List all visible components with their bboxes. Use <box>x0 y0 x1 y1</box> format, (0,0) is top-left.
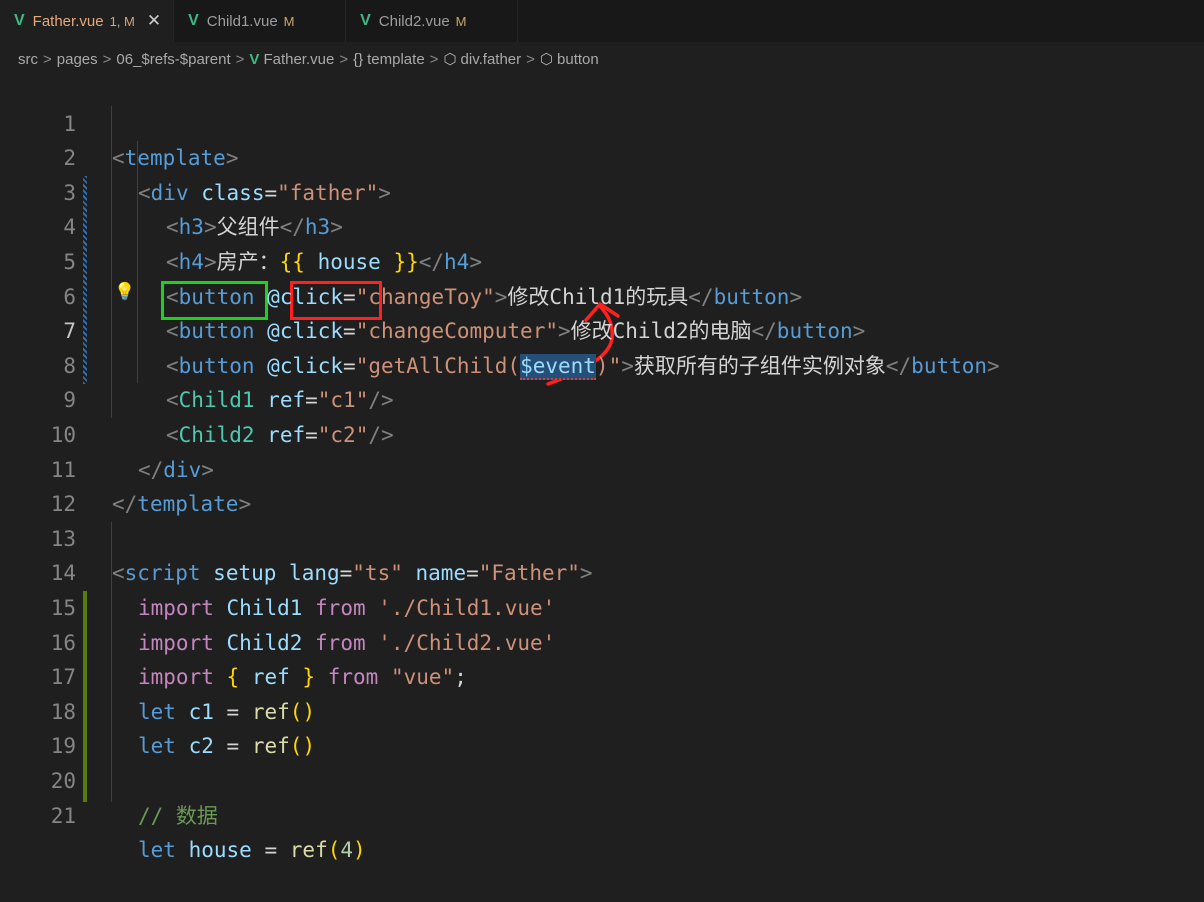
chevron-right-icon: > <box>235 50 245 68</box>
line-number: 21 <box>50 803 76 828</box>
vue-file-icon: V <box>249 50 260 68</box>
code-line: 5 <button @click="changeToy">修改Child1的玩具… <box>0 210 1204 309</box>
code-line: 21 let house = ref(4) <box>0 764 1204 863</box>
breadcrumb: src > pages > 06_$refs-$parent > V Fathe… <box>0 42 1204 76</box>
code-line-current: 7 <button @click="getAllChild($event)">获… <box>0 280 1204 380</box>
vue-file-icon: V <box>188 12 199 29</box>
vue-file-icon: V <box>14 12 25 29</box>
editor-tab-bar: V Father.vue 1, M ✕ V Child1.vue M V Chi… <box>0 0 1204 42</box>
code-line: 8 <Child1 ref="c1"/> <box>0 314 1204 413</box>
chevron-right-icon: > <box>526 50 535 68</box>
code-line: 1 <template> <box>0 72 1204 171</box>
code-line: 20 // 数据 <box>0 729 1204 828</box>
code-line: 9 <Child2 ref="c2"/> <box>0 349 1204 447</box>
tab-father-vue[interactable]: V Father.vue 1, M ✕ <box>0 0 175 42</box>
chevron-right-icon: > <box>429 50 439 68</box>
braces-icon: {} <box>353 50 364 68</box>
code-line: 16 import { ref } from "vue"; <box>0 591 1204 690</box>
code-line: 12 <box>0 453 1204 516</box>
code-line: 4 <h4>房产：{{ house }}</h4> <box>0 176 1204 274</box>
tab-label: Child2.vue <box>378 12 450 30</box>
tab-status: M <box>283 13 295 29</box>
chevron-right-icon: > <box>43 50 52 68</box>
breadcrumb-file[interactable]: Father.vue <box>263 51 334 68</box>
chevron-right-icon: > <box>339 50 349 68</box>
code-line: 10 </div> <box>0 383 1204 482</box>
cube-icon: ⬡ <box>539 51 554 68</box>
breadcrumb-template[interactable]: template <box>367 51 425 68</box>
tab-status: 1, M <box>109 13 135 29</box>
code-line: 14 import Child1 from './Child1.vue' <box>0 522 1204 620</box>
code-line: 17 let c1 = ref() <box>0 626 1204 724</box>
code-line: 18 let c2 = ref() <box>0 660 1204 759</box>
chevron-right-icon: > <box>102 50 112 68</box>
code-line: 11 </template> <box>0 418 1204 517</box>
cube-icon: ⬡ <box>443 51 457 68</box>
breadcrumb-button[interactable]: button <box>557 51 599 68</box>
code-line: 19 <box>0 695 1204 758</box>
code-line: 13 <script setup lang="ts" name="Father"… <box>0 487 1204 586</box>
tab-label: Father.vue <box>32 12 104 30</box>
tab-child1-vue[interactable]: V Child1.vue M <box>174 0 347 42</box>
vue-file-icon: V <box>360 12 371 29</box>
code-line: 2 <div class="father"> <box>0 107 1204 205</box>
breadcrumb-pages[interactable]: pages <box>57 51 98 68</box>
breadcrumb-folder[interactable]: 06_$refs-$parent <box>116 51 230 68</box>
code-line: 15 import Child2 from './Child2.vue' <box>0 556 1204 655</box>
code-editor[interactable]: 💡 1 <template> 2 <div class="father"> 3 … <box>0 72 1204 863</box>
code-line: 6 <button @click="changeComputer">修改Chil… <box>0 245 1204 344</box>
breadcrumb-div[interactable]: div.father <box>461 51 522 68</box>
tab-child2-vue[interactable]: V Child2.vue M <box>346 0 519 42</box>
tab-status: M <box>455 13 467 29</box>
breadcrumb-src[interactable]: src <box>18 51 38 68</box>
tab-label: Child1.vue <box>206 12 278 30</box>
close-icon[interactable]: ✕ <box>147 11 161 31</box>
code-line: 3 <h3>父组件</h3> <box>0 141 1204 240</box>
